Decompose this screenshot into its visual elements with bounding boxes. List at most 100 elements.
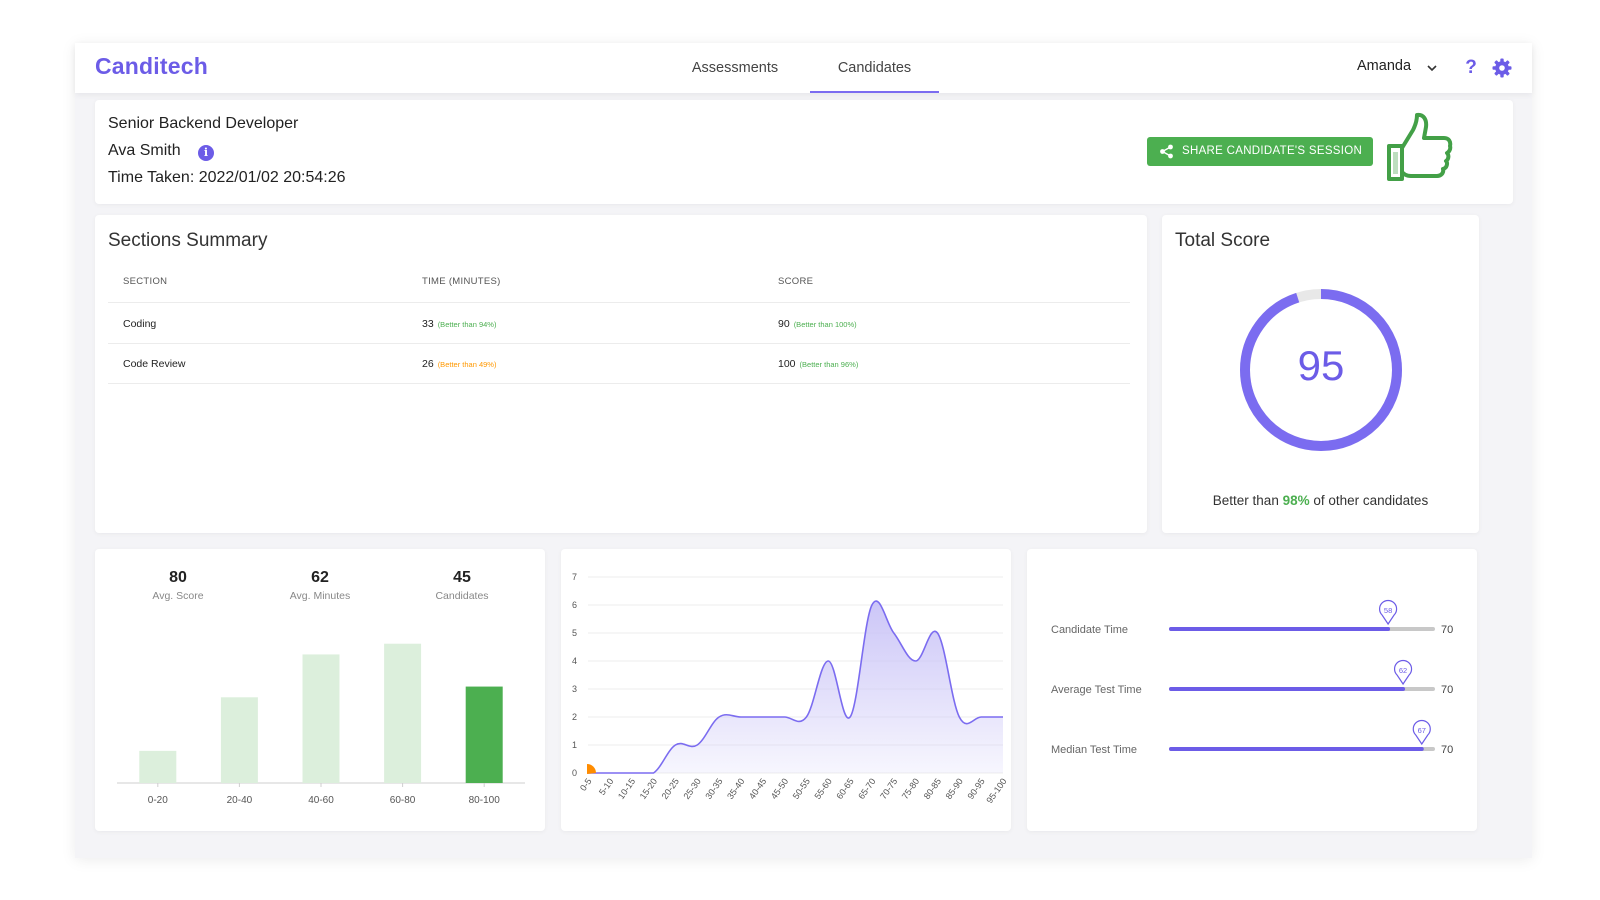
- area-fill: [588, 601, 1003, 773]
- total-score-value: 95: [1297, 342, 1345, 389]
- bar: [139, 750, 177, 783]
- time-max-label: 70: [1441, 684, 1453, 696]
- x-tick-label: 0-20: [148, 795, 168, 806]
- x-tick-label: 60-80: [390, 795, 416, 806]
- info-icon[interactable]: i: [198, 145, 214, 161]
- time-comparison-card: Candidate Time 58 70 Average Test Time 62 70 M…: [1027, 549, 1477, 831]
- y-tick-label: 4: [572, 656, 577, 666]
- candidate-info-card: Senior Backend Developer Ava Smith i Tim…: [95, 100, 1513, 204]
- percentile-value: 98%: [1282, 493, 1310, 508]
- y-tick-label: 5: [572, 628, 577, 638]
- score-area-chart: 0 1 2 3 4 5 6 7 0-5 5-10 10-15 15-20 20-25 25-30 30-35…: [572, 572, 1009, 805]
- time-label: Median Test Time: [1051, 744, 1137, 756]
- time-value: 62: [1399, 666, 1407, 675]
- percentile-text: Better than 98% of other candidates: [1162, 493, 1479, 508]
- tab-assessments[interactable]: Assessments: [673, 43, 797, 93]
- total-score-title: Total Score: [1175, 230, 1271, 251]
- section-time: 26 (Better than 49%): [422, 358, 496, 370]
- time-max-label: 70: [1441, 744, 1453, 756]
- y-tick-label: 1: [572, 740, 577, 750]
- time-value: 58: [1384, 606, 1392, 615]
- share-session-button[interactable]: SHARE CANDIDATE'S SESSION: [1147, 137, 1373, 166]
- x-tick-label: 80-85: [922, 776, 943, 801]
- x-tick-label: 65-70: [856, 776, 877, 801]
- x-tick-label: 40-60: [308, 795, 334, 806]
- x-tick-label: 85-90: [944, 776, 965, 801]
- row-divider: [108, 302, 1130, 303]
- help-icon[interactable]: ?: [1461, 53, 1481, 83]
- bar: [302, 654, 340, 783]
- x-tick-label: 50-55: [791, 776, 812, 801]
- section-name: Coding: [123, 318, 157, 330]
- time-percentile: (Better than 94%): [437, 320, 497, 329]
- sections-summary-title: Sections Summary: [108, 230, 268, 251]
- x-tick-label: 70-75: [878, 776, 899, 801]
- thumbs-up-icon: [1387, 112, 1453, 181]
- total-score-card: Total Score 95 Better than 98% of other …: [1162, 215, 1479, 533]
- time-value: 67: [1418, 726, 1426, 735]
- column-header-time: TIME (MINUTES): [422, 276, 501, 287]
- tab-candidates[interactable]: Candidates: [810, 43, 939, 93]
- x-tick-label: 20-40: [227, 795, 253, 806]
- score-distribution-card: 0-20 20-40 40-60 60-80 80-100 80 Avg. Score …: [95, 549, 545, 831]
- score-percentile: (Better than 96%): [799, 360, 859, 369]
- row-divider: [108, 383, 1130, 384]
- time-comparison-chart: Candidate Time 58 70 Average Test Time 62 70 M…: [1051, 599, 1453, 756]
- section-name: Code Review: [123, 358, 186, 370]
- x-tick-label: 90-95: [965, 776, 986, 801]
- share-icon: [1160, 144, 1173, 159]
- stat-label: Candidates: [435, 590, 489, 602]
- x-tick-label: 60-65: [834, 776, 855, 801]
- time-value: 26: [422, 358, 434, 370]
- y-tick-label: 7: [572, 572, 577, 582]
- x-tick-label: 0-5: [578, 776, 594, 792]
- time-taken: Time Taken: 2022/01/02 20:54:26: [108, 169, 346, 186]
- chevron-down-icon[interactable]: [1425, 61, 1439, 75]
- candidate-marker: [587, 764, 596, 774]
- x-tick-label: 95-100: [984, 776, 1008, 805]
- x-tick-label: 35-40: [725, 776, 746, 801]
- stat-value: 45: [453, 569, 471, 586]
- position-title: Senior Backend Developer: [108, 115, 299, 132]
- app-frame: Canditech Assessments Candidates Amanda …: [75, 43, 1532, 858]
- column-header-section: SECTION: [123, 276, 168, 287]
- x-tick-label: 30-35: [703, 776, 724, 801]
- percentile-suffix: of other candidates: [1309, 493, 1429, 508]
- column-header-score: SCORE: [778, 276, 814, 287]
- score-value: 90: [778, 318, 790, 330]
- percentile-prefix: Better than: [1212, 493, 1283, 508]
- bar: [465, 686, 503, 783]
- x-tick-label: 10-15: [616, 776, 637, 801]
- x-tick-label: 5-10: [597, 776, 616, 796]
- time-max-label: 70: [1441, 624, 1453, 636]
- time-label: Candidate Time: [1051, 624, 1128, 636]
- stat-candidates: 45 Candidates: [407, 569, 517, 602]
- y-tick-label: 2: [572, 712, 577, 722]
- row-divider: [108, 343, 1130, 344]
- score-area-chart-card: 0 1 2 3 4 5 6 7 0-5 5-10 10-15 15-20 20-25 25-30 30-35…: [561, 549, 1011, 831]
- x-tick-label: 45-50: [769, 776, 790, 801]
- x-tick-label: 20-25: [660, 776, 681, 801]
- bar: [384, 643, 422, 783]
- x-tick-label: 80-100: [469, 795, 501, 806]
- candidate-name: Ava Smith: [108, 142, 181, 159]
- score-percentile: (Better than 100%): [793, 320, 857, 329]
- section-score: 100 (Better than 96%): [778, 358, 858, 370]
- y-tick-label: 6: [572, 600, 577, 610]
- sections-summary-card: Sections Summary SECTION TIME (MINUTES) …: [95, 215, 1147, 533]
- stat-label: Avg. Score: [152, 590, 204, 602]
- share-session-label: SHARE CANDIDATE'S SESSION: [1182, 145, 1363, 157]
- canditech-logo[interactable]: Canditech: [95, 53, 208, 80]
- time-label: Average Test Time: [1051, 684, 1142, 696]
- stat-label: Avg. Minutes: [289, 590, 351, 602]
- time-percentile: (Better than 49%): [437, 360, 497, 369]
- x-tick-label: 75-80: [900, 776, 921, 801]
- x-tick-label: 55-60: [812, 776, 833, 801]
- gear-icon[interactable]: [1492, 58, 1512, 78]
- score-value: 100: [778, 358, 796, 370]
- user-menu[interactable]: Amanda: [1357, 58, 1411, 74]
- time-value: 33: [422, 318, 434, 330]
- stat-value: 80: [169, 569, 187, 586]
- x-tick-label: 15-20: [638, 776, 659, 801]
- y-tick-label: 3: [572, 684, 577, 694]
